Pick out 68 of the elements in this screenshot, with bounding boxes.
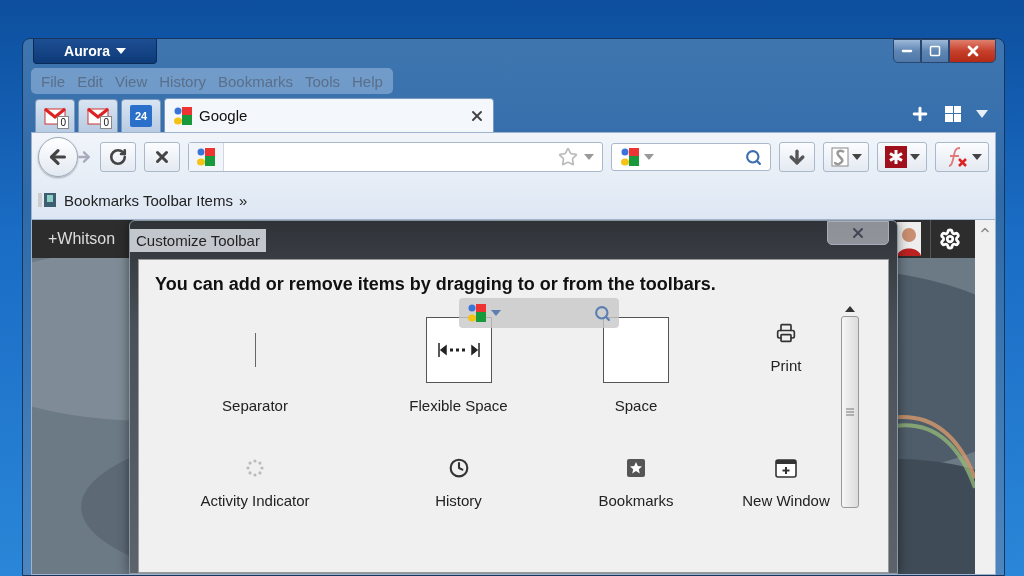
palette-item-label[interactable]: Print <box>770 357 802 374</box>
palette-item-label[interactable]: New Window <box>742 492 830 509</box>
tab-title: Google <box>199 107 249 124</box>
instructions-heading: You can add or remove items by dragging to or from the toolbars. <box>154 273 717 295</box>
search-field[interactable] <box>611 143 771 171</box>
maximize-icon <box>929 45 941 57</box>
palette-item-label[interactable]: Separator <box>222 397 288 414</box>
new-tab-icon[interactable] <box>910 104 930 124</box>
palette-item-label[interactable]: Bookmarks <box>598 492 674 509</box>
profile-link[interactable]: +Whitson <box>32 230 124 248</box>
reload-button[interactable] <box>100 142 136 172</box>
printer-icon[interactable] <box>776 323 796 343</box>
scroll-up-icon <box>845 306 855 312</box>
calendar-tab[interactable]: 24 <box>121 99 161 132</box>
mail-tab[interactable]: 0 <box>78 99 118 132</box>
palette-item-label[interactable]: Space <box>614 397 658 414</box>
clock-icon[interactable] <box>448 458 469 478</box>
address-field[interactable] <box>188 142 603 172</box>
space-box[interactable] <box>603 317 669 383</box>
back-arrow-icon <box>47 146 69 168</box>
palette-item-label[interactable]: History <box>435 492 482 509</box>
caret-icon <box>115 48 126 54</box>
asterisk-icon <box>884 146 907 168</box>
outlined-badge-icon <box>830 147 849 167</box>
dropdown-caret-icon[interactable] <box>971 154 982 160</box>
close-icon <box>850 225 866 241</box>
avatar-icon[interactable] <box>897 222 921 256</box>
grip-icon <box>846 408 854 416</box>
bookmarks-toolbar-label[interactable]: Bookmarks Toolbar Items <box>64 191 233 209</box>
back-button[interactable] <box>38 137 78 177</box>
app-menu-button[interactable]: Aurora <box>33 39 157 64</box>
flash-button[interactable] <box>935 142 989 172</box>
separator-line <box>254 333 256 367</box>
tab-groups-icon[interactable] <box>944 105 962 123</box>
palette-item-label[interactable]: Activity Indicator <box>200 492 310 509</box>
search-icon <box>594 304 611 322</box>
bookmark-folder-icon <box>38 193 58 207</box>
unread-count: 0 <box>100 116 112 129</box>
dropdown-caret-icon[interactable] <box>909 154 920 160</box>
maximize-button[interactable] <box>921 39 949 63</box>
browser-tab[interactable]: Google <box>164 98 494 132</box>
sync-button[interactable] <box>823 142 869 172</box>
palette-item-label[interactable]: Flexible Space <box>409 397 508 414</box>
search-icon[interactable] <box>745 148 762 166</box>
site-identity-icon <box>196 147 216 167</box>
stop-icon <box>153 148 171 166</box>
bookmark-star-icon[interactable] <box>558 147 578 167</box>
overflow-chevron[interactable]: » <box>238 191 248 209</box>
password-manager-button[interactable] <box>877 142 927 172</box>
search-engine-icon <box>467 303 487 323</box>
stop-button[interactable] <box>144 142 180 172</box>
flexible-space-box[interactable] <box>425 317 492 383</box>
new-window-icon[interactable] <box>775 458 797 478</box>
tab-list-caret-icon[interactable] <box>976 110 988 118</box>
dialog-title: Customize Toolbar <box>130 228 266 252</box>
close-button[interactable] <box>949 39 996 63</box>
page-scrollbar[interactable] <box>975 220 995 574</box>
unread-count: 0 <box>57 116 69 129</box>
mail-tab[interactable]: 0 <box>35 99 75 132</box>
minimize-button[interactable] <box>893 39 921 63</box>
site-logo-icon <box>173 105 193 126</box>
flexible-arrows-icon <box>436 342 481 358</box>
reload-icon <box>109 148 127 166</box>
dialog-close-button[interactable] <box>827 221 889 245</box>
search-engine-icon <box>620 147 640 167</box>
downloads-button[interactable] <box>779 142 815 172</box>
dropdown-caret-icon[interactable] <box>851 154 862 160</box>
calendar-icon: 24 <box>130 105 152 127</box>
